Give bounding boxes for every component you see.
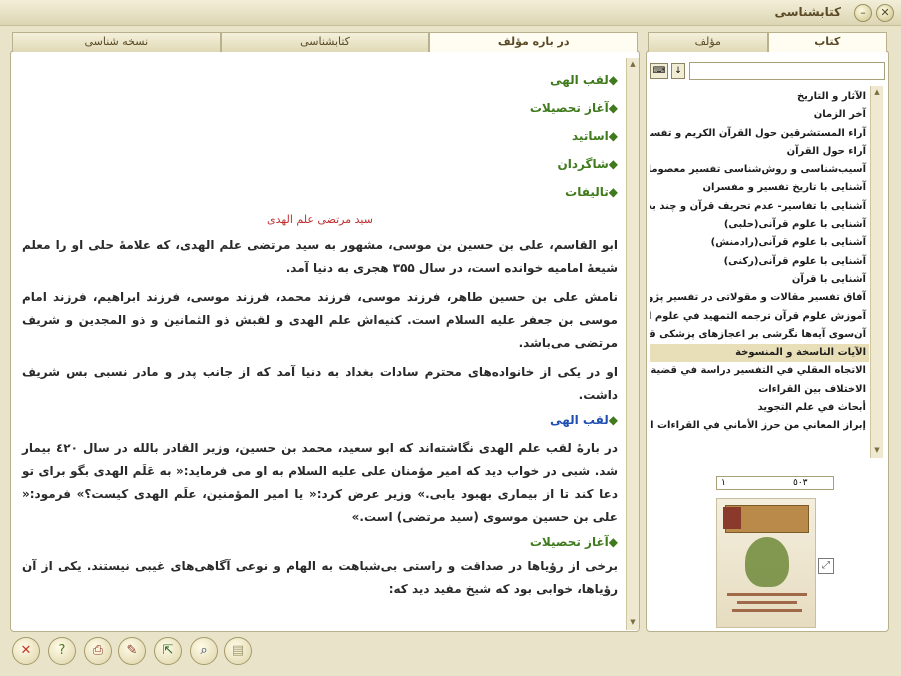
pager[interactable]: ١ ٥٠٣: [716, 476, 834, 490]
book-list-item[interactable]: آشنایی با علوم قرآنی(حلبی): [650, 216, 869, 234]
section-link[interactable]: ◆شاگردان: [22, 157, 619, 171]
content-tabs: نسخه شناسی کتابشناسی در باره مؤلف: [12, 32, 639, 52]
book-list-item[interactable]: آسیب‌شناسی و روش‌شناسی تفسیر معصومان علی…: [650, 161, 869, 179]
tab-author[interactable]: مؤلف: [648, 32, 768, 52]
edit-icon[interactable]: ✎: [118, 637, 146, 665]
section-heading: ◆آغاز تحصیلات: [529, 535, 618, 549]
book-list-item[interactable]: آشنایی با علوم قرآنی(رکنی): [650, 253, 869, 271]
paragraph: ابو القاسم، علی بن حسین بن موسی، مشهور ب…: [22, 238, 618, 275]
pager-total: ٥٠٣: [793, 478, 808, 488]
book-list-item[interactable]: آفاق تفسیر مقالات و مقولاتی در تفسیر پژو…: [650, 289, 869, 307]
section-link[interactable]: ◆تالیفات: [22, 185, 618, 199]
book-list-item[interactable]: آشنایی با علوم قرآنی(رادمنش): [650, 234, 869, 252]
author-name-heading: سید مرتضی علم الهدی: [267, 213, 373, 226]
book-list-item[interactable]: الاتجاه العقلي في التفسير دراسة في قضية …: [650, 362, 869, 380]
scroll-down-icon[interactable]: ▼: [872, 446, 882, 456]
section-heading: ◆لقب الهی: [550, 413, 618, 427]
close-icon[interactable]: ✕: [12, 637, 40, 665]
paragraph: در بارهٔ لقب علم الهدی نگاشته‌اند که ابو…: [22, 441, 618, 524]
book-list-item[interactable]: الآثار و التاريخ: [650, 88, 869, 106]
book-cover-image: [716, 498, 816, 628]
content-scrollbar[interactable]: ▲ ▼: [626, 58, 639, 630]
pager-current: ١: [721, 478, 726, 488]
print-icon[interactable]: ⎙: [84, 637, 112, 665]
paragraph: او در یکی از خانواده‌های محترم سادات بغد…: [22, 365, 618, 402]
booklist-scrollbar[interactable]: ▲ ▼: [870, 86, 883, 458]
expand-icon[interactable]: ⤢: [818, 558, 834, 574]
export-icon[interactable]: ⇱: [154, 637, 182, 665]
books-tabs: مؤلف کتاب: [648, 32, 887, 52]
notes-icon[interactable]: ▤: [224, 637, 252, 665]
keyboard-icon[interactable]: ⌨: [650, 63, 668, 79]
author-content: ◆لقب الهی ◆آغاز تحصیلات ◆اساتید ◆شاگردان…: [14, 58, 626, 628]
tab-about-author[interactable]: در باره مؤلف: [429, 32, 639, 52]
book-list-item[interactable]: آشنایی با تفاسیر- عدم تحریف قرآن و چند ب…: [650, 198, 869, 216]
mic-icon[interactable]: ↓: [671, 63, 685, 79]
tab-bibliography-notes[interactable]: نسخه شناسی: [12, 32, 221, 52]
tab-bibliography[interactable]: کتابشناسی: [220, 32, 430, 52]
title-bar: کتابشناسی – ✕: [0, 0, 901, 26]
tab-book[interactable]: کتاب: [767, 32, 887, 52]
search-input[interactable]: [689, 62, 885, 80]
close-icon[interactable]: ✕: [876, 4, 894, 22]
book-list: الآثار و التاريخ آخر الزمان آراء المستشرقي…: [650, 88, 869, 456]
paragraph: نامش علی بن حسین طاهر، فرزند موسی، فرزند…: [22, 290, 618, 350]
minimize-icon[interactable]: –: [854, 4, 872, 22]
section-link[interactable]: ◆آغاز تحصیلات: [22, 101, 618, 115]
scroll-down-icon[interactable]: ▼: [628, 618, 638, 628]
search-icon[interactable]: ⌕: [190, 637, 218, 665]
book-list-item[interactable]: آشنایی با تاریخ تفسیر و مفسران: [650, 179, 869, 197]
help-icon[interactable]: ?: [48, 637, 76, 665]
book-list-item[interactable]: آراء المستشرقين حول القرآن الكريم و تفسي…: [650, 125, 869, 143]
paragraph: برخی از رؤیاها در صداقت و راستی بی‌شباهت…: [22, 559, 618, 596]
book-list-item[interactable]: آخر الزمان: [650, 106, 869, 124]
book-list-item[interactable]: أبحاث في علم التجويد: [650, 399, 869, 417]
book-list-item[interactable]: آشنایی با قرآن: [650, 271, 869, 289]
scroll-up-icon[interactable]: ▲: [628, 60, 638, 70]
book-list-item[interactable]: آموزش علوم قرآن ترجمه التمهيد في علوم ال…: [650, 308, 869, 326]
book-list-item[interactable]: آراء حول القرآن: [650, 143, 869, 161]
section-link[interactable]: ◆اساتید: [22, 129, 618, 143]
window-title: کتابشناسی: [774, 5, 841, 19]
book-list-item[interactable]: الاختلاف بين القراءات: [650, 381, 869, 399]
scroll-up-icon[interactable]: ▲: [872, 88, 882, 98]
book-list-item[interactable]: آن‌سوی آیه‌ها نگرشی بر اعجازهای پزشکی قر…: [650, 326, 869, 344]
book-list-item[interactable]: الآيات الناسخة و المنسوخة: [650, 344, 869, 363]
search-row: ⌨ ↓: [650, 62, 885, 80]
section-link[interactable]: ◆لقب الهی: [22, 73, 618, 87]
book-list-item[interactable]: إبراز المعاني من حرز الأماني في القراءات…: [650, 417, 869, 435]
